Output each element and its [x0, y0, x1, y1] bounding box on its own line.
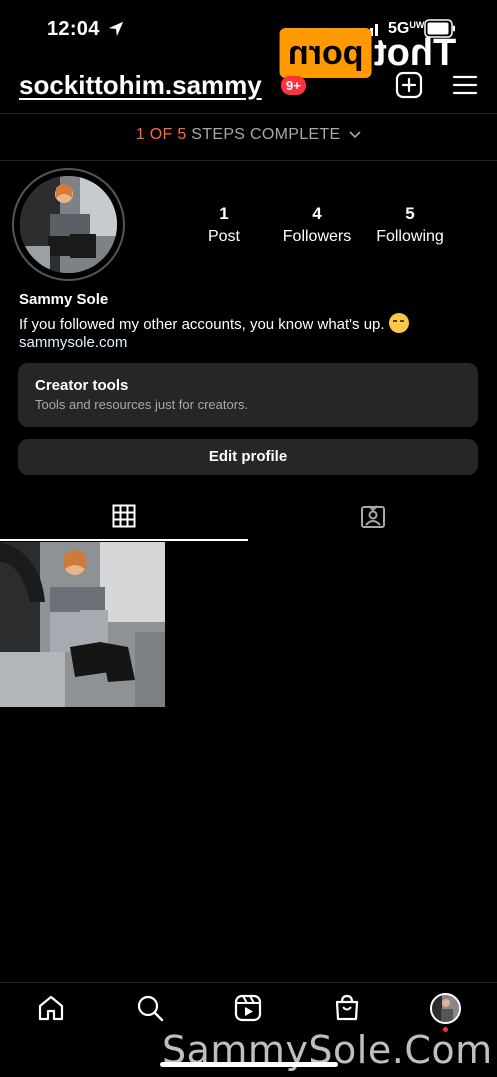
- creator-tools-title: Creator tools: [35, 377, 129, 394]
- watermark-logo-box: porn: [280, 28, 372, 78]
- status-time: 12:04: [47, 18, 100, 40]
- posts-count: 1: [219, 204, 229, 223]
- creator-tools-subtitle: Tools and resources just for creators.: [35, 397, 249, 412]
- profile-bio: If you followed my other accounts, you k…: [19, 313, 409, 333]
- home-indicator[interactable]: [160, 1062, 338, 1067]
- tagged-icon: [361, 505, 385, 528]
- posts-label: Post: [207, 228, 240, 245]
- following-count: 5: [405, 204, 415, 223]
- notification-badge: 9+: [281, 76, 306, 95]
- chevron-down-icon: [349, 131, 361, 138]
- account-username[interactable]: sockittohim.sammy: [19, 70, 262, 101]
- smirking-face-emoji-icon: [388, 313, 409, 333]
- edit-profile-button[interactable]: Edit profile: [18, 439, 478, 475]
- watermark-logo: porn Thot: [280, 28, 456, 78]
- stat-posts[interactable]: 1 Post: [193, 204, 255, 246]
- reels-icon[interactable]: [234, 994, 262, 1022]
- nav-avatar-photo: [432, 995, 459, 1022]
- post-thumbnail[interactable]: [0, 542, 165, 707]
- bottom-nav-divider: [0, 982, 497, 983]
- home-icon[interactable]: [37, 994, 65, 1022]
- following-label: Following: [376, 228, 444, 245]
- stat-following[interactable]: 5 Following: [370, 204, 450, 246]
- create-post-icon[interactable]: [395, 71, 423, 99]
- onboarding-steps[interactable]: 1 OF 5 STEPS COMPLETE: [0, 126, 497, 144]
- creator-tools-card[interactable]: Creator tools Tools and resources just f…: [18, 363, 478, 427]
- location-arrow-icon: [108, 21, 124, 37]
- profile-name: Sammy Sole: [19, 291, 109, 308]
- steps-label: STEPS COMPLETE: [191, 126, 341, 143]
- header-divider: [0, 113, 497, 114]
- steps-count: 1 OF 5: [135, 126, 187, 143]
- post-photo: [0, 542, 165, 707]
- shop-icon[interactable]: [333, 994, 361, 1022]
- profile-avatar[interactable]: [20, 176, 117, 273]
- profile-link[interactable]: sammysole.com: [19, 334, 127, 351]
- steps-divider: [0, 160, 497, 161]
- bio-text: If you followed my other accounts, you k…: [19, 316, 385, 333]
- profile-avatar-nav[interactable]: [430, 993, 461, 1024]
- stat-followers[interactable]: 4 Followers: [277, 204, 357, 246]
- hamburger-menu-icon[interactable]: [452, 72, 478, 98]
- search-icon[interactable]: [136, 994, 164, 1022]
- followers-count: 4: [312, 204, 322, 223]
- avatar-photo: [20, 176, 117, 273]
- active-tab-indicator: [0, 539, 248, 541]
- grid-icon: [112, 504, 136, 528]
- followers-label: Followers: [282, 228, 352, 245]
